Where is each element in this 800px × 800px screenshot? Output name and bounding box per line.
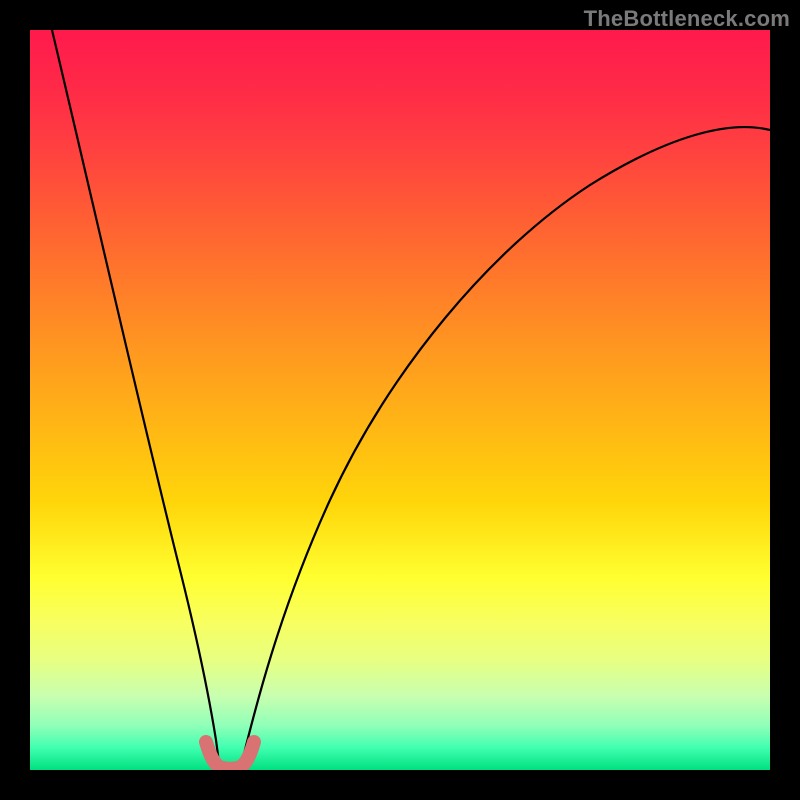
curve-layer xyxy=(30,30,770,770)
plot-area xyxy=(30,30,770,770)
right-branch-curve xyxy=(240,127,770,770)
left-branch-curve xyxy=(52,30,220,770)
watermark-text: TheBottleneck.com xyxy=(584,6,790,32)
chart-frame: TheBottleneck.com xyxy=(0,0,800,800)
minimum-highlight xyxy=(206,742,254,769)
